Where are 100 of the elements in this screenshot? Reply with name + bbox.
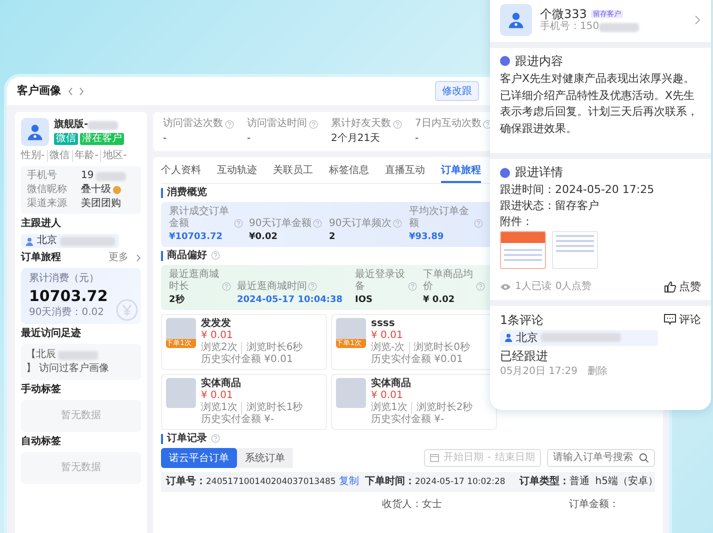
order-amount-label: 订单金额： (569, 498, 619, 511)
order-tab[interactable]: 诺云平台订单 (161, 448, 237, 468)
edit-follow-up-button[interactable]: 修改跟 (435, 81, 479, 101)
visit-text: 】 访问过客户画像 (26, 363, 110, 375)
section-title: 消费概览 (167, 188, 207, 198)
help-icon (474, 219, 483, 228)
order-search-field[interactable]: 请输入订单号搜索 (547, 448, 655, 467)
comment-count: 1条评论 (500, 312, 544, 328)
avatar (500, 4, 532, 36)
metric-value: 2024-05-17 10:04:38 (237, 294, 344, 306)
tab[interactable]: 直播互动 (385, 161, 425, 183)
person-icon (504, 333, 513, 342)
product-price: ¥ 0.01 (201, 390, 234, 402)
customer-tag: 潜在客户 (80, 133, 124, 145)
stat-value: 2个月21天 (331, 133, 382, 145)
paid-amount: 历史实付金额 ¥- (201, 414, 274, 426)
tab[interactable]: 标签信息 (329, 161, 369, 183)
tab[interactable]: 个人资料 (161, 161, 201, 183)
product-price: ¥ 0.01 (371, 330, 404, 342)
help-icon (312, 219, 322, 228)
product-name: 发发发 (201, 318, 232, 330)
attachment-thumbnail[interactable] (552, 231, 598, 270)
chevron-right-icon[interactable] (136, 254, 141, 262)
help-icon (393, 120, 402, 128)
contact-phone: 手机号：150 (540, 21, 600, 34)
order-number-label: 订单号： (166, 476, 206, 487)
stat-value: - (415, 133, 420, 145)
stat-label: 累计好友天数 (331, 118, 391, 130)
metric-label: 平均次订单金额 (409, 206, 470, 230)
stat-label: 访问雷达时间 (247, 118, 307, 130)
profile-attribute: 微信 (50, 150, 70, 162)
tab[interactable]: 订单旅程 (441, 161, 481, 183)
metric-value: 2 (329, 232, 336, 243)
section-title: 订单记录 (167, 434, 207, 444)
profile-attribute: 地区- (103, 150, 127, 162)
order-tab[interactable]: 系统订单 (237, 448, 293, 468)
stat-label: 7日内互动次数 (415, 118, 482, 130)
blurred-text (58, 350, 98, 360)
comment-button[interactable]: 评论 (664, 312, 701, 328)
info-label: 手机号 (27, 170, 58, 182)
metric-value: ¥10703.72 (169, 232, 224, 243)
section-title: 自动标签 (21, 436, 62, 448)
chevron-right-icon[interactable] (694, 15, 701, 25)
section-title: 手动标签 (21, 384, 62, 396)
person-icon (25, 236, 34, 246)
empty-text: 暂无数据 (61, 410, 101, 422)
yen-icon (116, 299, 138, 321)
back-icon[interactable] (67, 86, 75, 96)
section-title: 跟进详情 (515, 165, 563, 180)
metric-value: ¥ 0.02 (423, 294, 456, 306)
contact-name: 个微333 (540, 6, 587, 21)
section-title: 跟进内容 (515, 54, 563, 68)
visitor-name: 【北辰 (26, 349, 56, 361)
help-icon (211, 251, 220, 260)
info-label: 渠道来源 (27, 198, 68, 210)
tab[interactable]: 关联员工 (273, 161, 313, 183)
copy-link[interactable]: 复制 (338, 476, 359, 487)
order-time-label: 下单时间： (364, 476, 415, 487)
stat-value: - (163, 133, 168, 145)
info-value: 美团团购 (81, 198, 121, 210)
view-count: 浏览1次 (201, 402, 238, 414)
metric-label: 90天订单频次 (329, 218, 392, 230)
thumbs-up-icon (664, 280, 676, 293)
read-count: 1人已读 (515, 280, 552, 293)
view-count: 浏览1次 (371, 402, 408, 414)
stat-value: - (247, 133, 252, 145)
comment-text: 已经跟进 (500, 348, 549, 363)
metric-value: ¥93.89 (409, 232, 445, 243)
blurred-text (96, 172, 126, 180)
section-title: 主跟进人 (21, 218, 62, 230)
metric-label: 最近逛商城时长 (169, 268, 220, 293)
order-channel: h5端（安卓） (595, 476, 658, 488)
comment-time: 05月20日 17:29 (500, 366, 578, 378)
photo-placeholder (336, 378, 366, 408)
like-button[interactable]: 点赞 (664, 279, 701, 294)
view-duration: 浏览时长0秒 (414, 342, 470, 354)
paid-amount: 历史实付金额 ¥0.01 (371, 354, 463, 366)
view-count: 浏览-次 (371, 342, 405, 354)
help-icon (234, 219, 243, 228)
help-icon (476, 282, 485, 291)
eye-icon (500, 282, 511, 291)
owner-name: 北京 (37, 235, 57, 247)
order-type-label: 订单类型： (519, 476, 570, 487)
metric-label: 最近登录设备 (355, 268, 406, 293)
forward-icon[interactable] (77, 86, 85, 96)
tab[interactable]: 互动轨迹 (217, 161, 257, 183)
metric-value: ¥0.02 (249, 232, 278, 243)
help-icon (211, 434, 220, 444)
product-price: ¥ 0.01 (371, 390, 404, 402)
metric-value: 2秒 (169, 294, 186, 306)
info-value: 叠十级 (81, 184, 111, 196)
photo-placeholder (166, 378, 196, 408)
order-type: 普通 (569, 476, 590, 487)
help-icon (392, 219, 402, 228)
window-title: 客户画像 (17, 84, 61, 98)
attachment-thumbnail[interactable] (500, 231, 546, 270)
more-link[interactable]: 更多 (108, 252, 128, 264)
section-title: 商品偏好 (167, 250, 207, 261)
view-count: 浏览2次 (201, 342, 238, 354)
total-label: 累计消费（元） (29, 273, 100, 285)
